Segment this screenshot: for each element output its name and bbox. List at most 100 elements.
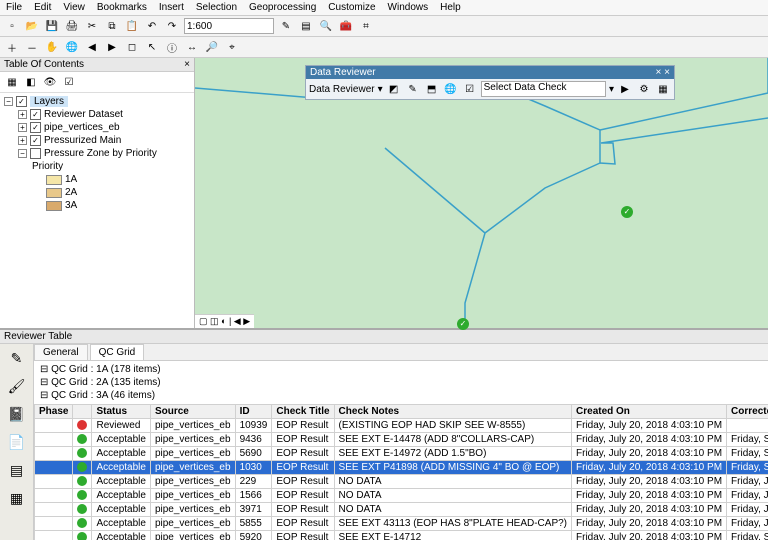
zoom-in-icon[interactable]: ＋ bbox=[4, 39, 20, 55]
find-icon[interactable]: 🔎 bbox=[204, 39, 220, 55]
pencil-icon[interactable]: ✎ bbox=[6, 350, 28, 370]
column-header[interactable] bbox=[73, 405, 92, 419]
menu-customize[interactable]: Customize bbox=[328, 2, 375, 13]
table-row[interactable]: Acceptablepipe_vertices_eb1030EOP Result… bbox=[35, 461, 768, 475]
scale-input[interactable] bbox=[184, 18, 274, 34]
table-row[interactable]: Acceptablepipe_vertices_eb229EOP ResultN… bbox=[35, 475, 768, 489]
new-icon[interactable]: ▫ bbox=[4, 18, 20, 34]
menu-bookmarks[interactable]: Bookmarks bbox=[97, 2, 147, 13]
dr-close-icon[interactable]: × × bbox=[656, 67, 670, 78]
catalog-icon[interactable]: ▤ bbox=[298, 18, 314, 34]
group-layer[interactable]: Pressure Zone by Priority bbox=[44, 148, 157, 159]
print-icon[interactable]: 🖨 bbox=[64, 18, 80, 34]
redo-icon[interactable]: ↷ bbox=[164, 18, 180, 34]
dr-label[interactable]: Data Reviewer bbox=[309, 84, 375, 95]
tab-qc-grid[interactable]: QC Grid bbox=[90, 344, 145, 360]
checkbox[interactable]: ✓ bbox=[30, 122, 41, 133]
expander-icon[interactable]: − bbox=[18, 149, 27, 158]
dr-tool-icon[interactable]: ✎ bbox=[405, 81, 421, 97]
table-row[interactable]: Acceptablepipe_vertices_eb5920EOP Result… bbox=[35, 531, 768, 540]
notebook-icon[interactable]: 📓 bbox=[6, 406, 28, 426]
column-header[interactable]: Phase bbox=[35, 405, 73, 419]
column-header[interactable]: Check Notes bbox=[334, 405, 571, 419]
next-extent-icon[interactable]: ▶ bbox=[104, 39, 120, 55]
expander-icon[interactable]: + bbox=[18, 123, 27, 132]
dr-tool-icon[interactable]: ⚙ bbox=[636, 81, 652, 97]
report-icon[interactable]: 📄 bbox=[6, 434, 28, 454]
list-by-visibility-icon[interactable]: 👁 bbox=[42, 74, 58, 90]
layer-item[interactable]: pipe_vertices_eb bbox=[44, 122, 120, 133]
toolbox-icon[interactable]: 🧰 bbox=[338, 18, 354, 34]
brush-icon[interactable]: 🖌 bbox=[6, 378, 28, 398]
measure-icon[interactable]: ↔ bbox=[184, 39, 200, 55]
undo-icon[interactable]: ↶ bbox=[144, 18, 160, 34]
check-marker-icon[interactable]: ✓ bbox=[457, 318, 469, 330]
copy-icon[interactable]: ⧉ bbox=[104, 18, 120, 34]
map-view-tabs[interactable]: ▢ ◫ ◐ | ◀ ▶ bbox=[195, 314, 254, 328]
map-view[interactable]: ✓ ✓ Data Reviewer× × Data Reviewer▾ ◩ ✎ … bbox=[195, 58, 768, 328]
dr-tool-icon[interactable]: 🌐 bbox=[443, 81, 459, 97]
list-by-selection-icon[interactable]: ☑ bbox=[61, 74, 77, 90]
pointer-icon[interactable]: ↖ bbox=[144, 39, 160, 55]
layer-item[interactable]: Pressurized Main bbox=[44, 135, 121, 146]
dr-tool-icon[interactable]: ☑ bbox=[462, 81, 478, 97]
menu-edit[interactable]: Edit bbox=[34, 2, 51, 13]
column-header[interactable]: Check Title bbox=[272, 405, 334, 419]
table-icon[interactable]: ▦ bbox=[6, 490, 28, 510]
dr-tool-icon[interactable]: ⬒ bbox=[424, 81, 440, 97]
checkbox[interactable] bbox=[30, 148, 41, 159]
toc-close-icon[interactable]: × bbox=[184, 59, 190, 70]
table-row[interactable]: Reviewedpipe_vertices_eb10939EOP Result(… bbox=[35, 419, 768, 433]
group-row[interactable]: ⊟ QC Grid : 3A (46 items) bbox=[40, 389, 762, 402]
table-row[interactable]: Acceptablepipe_vertices_eb9436EOP Result… bbox=[35, 433, 768, 447]
table-row[interactable]: Acceptablepipe_vertices_eb1566EOP Result… bbox=[35, 489, 768, 503]
goto-xy-icon[interactable]: ⌖ bbox=[224, 39, 240, 55]
column-header[interactable]: Status bbox=[92, 405, 150, 419]
list-by-source-icon[interactable]: ◧ bbox=[23, 74, 39, 90]
table-row[interactable]: Acceptablepipe_vertices_eb5855EOP Result… bbox=[35, 517, 768, 531]
dr-tool-icon[interactable]: ▦ bbox=[655, 81, 671, 97]
expander-icon[interactable]: + bbox=[18, 136, 27, 145]
column-header[interactable]: ID bbox=[235, 405, 272, 419]
open-icon[interactable]: 📂 bbox=[24, 18, 40, 34]
select-icon[interactable]: ◻ bbox=[124, 39, 140, 55]
column-header[interactable]: Created On bbox=[572, 405, 727, 419]
checkbox[interactable]: ✓ bbox=[16, 96, 27, 107]
checkbox[interactable]: ✓ bbox=[30, 135, 41, 146]
menu-file[interactable]: File bbox=[6, 2, 22, 13]
save-icon[interactable]: 💾 bbox=[44, 18, 60, 34]
select-data-check[interactable]: Select Data Check bbox=[481, 81, 606, 97]
identify-icon[interactable]: ⓘ bbox=[164, 39, 180, 55]
table-row[interactable]: Acceptablepipe_vertices_eb3971EOP Result… bbox=[35, 503, 768, 517]
checkbox[interactable]: ✓ bbox=[30, 109, 41, 120]
menu-view[interactable]: View bbox=[63, 2, 85, 13]
paste-icon[interactable]: 📋 bbox=[124, 18, 140, 34]
prev-extent-icon[interactable]: ◀ bbox=[84, 39, 100, 55]
layer-icon[interactable]: ▤ bbox=[6, 462, 28, 482]
cut-icon[interactable]: ✂ bbox=[84, 18, 100, 34]
group-row[interactable]: ⊟ QC Grid : 2A (135 items) bbox=[40, 376, 762, 389]
check-marker-icon[interactable]: ✓ bbox=[621, 206, 633, 218]
list-by-drawing-icon[interactable]: ▦ bbox=[4, 74, 20, 90]
pan-icon[interactable]: ✋ bbox=[44, 39, 60, 55]
chevron-down-icon[interactable]: ▾ bbox=[378, 84, 383, 95]
dr-tool-icon[interactable]: ◩ bbox=[386, 81, 402, 97]
column-header[interactable]: Source bbox=[150, 405, 235, 419]
full-extent-icon[interactable]: 🌐 bbox=[64, 39, 80, 55]
menu-geoprocessing[interactable]: Geoprocessing bbox=[249, 2, 316, 13]
menu-windows[interactable]: Windows bbox=[388, 2, 429, 13]
dr-run-icon[interactable]: ▶ bbox=[617, 81, 633, 97]
python-icon[interactable]: ⌗ bbox=[358, 18, 374, 34]
layer-item[interactable]: Reviewer Dataset bbox=[44, 109, 123, 120]
editor-icon[interactable]: ✎ bbox=[278, 18, 294, 34]
expander-icon[interactable]: − bbox=[4, 97, 13, 106]
zoom-out-icon[interactable]: － bbox=[24, 39, 40, 55]
search-icon[interactable]: 🔍 bbox=[318, 18, 334, 34]
chevron-down-icon[interactable]: ▾ bbox=[609, 84, 614, 95]
table-row[interactable]: Acceptablepipe_vertices_eb5690EOP Result… bbox=[35, 447, 768, 461]
menu-help[interactable]: Help bbox=[440, 2, 461, 13]
menu-insert[interactable]: Insert bbox=[159, 2, 184, 13]
tab-general[interactable]: General bbox=[34, 344, 88, 360]
layers-root[interactable]: Layers bbox=[30, 96, 68, 107]
expander-icon[interactable]: + bbox=[18, 110, 27, 119]
